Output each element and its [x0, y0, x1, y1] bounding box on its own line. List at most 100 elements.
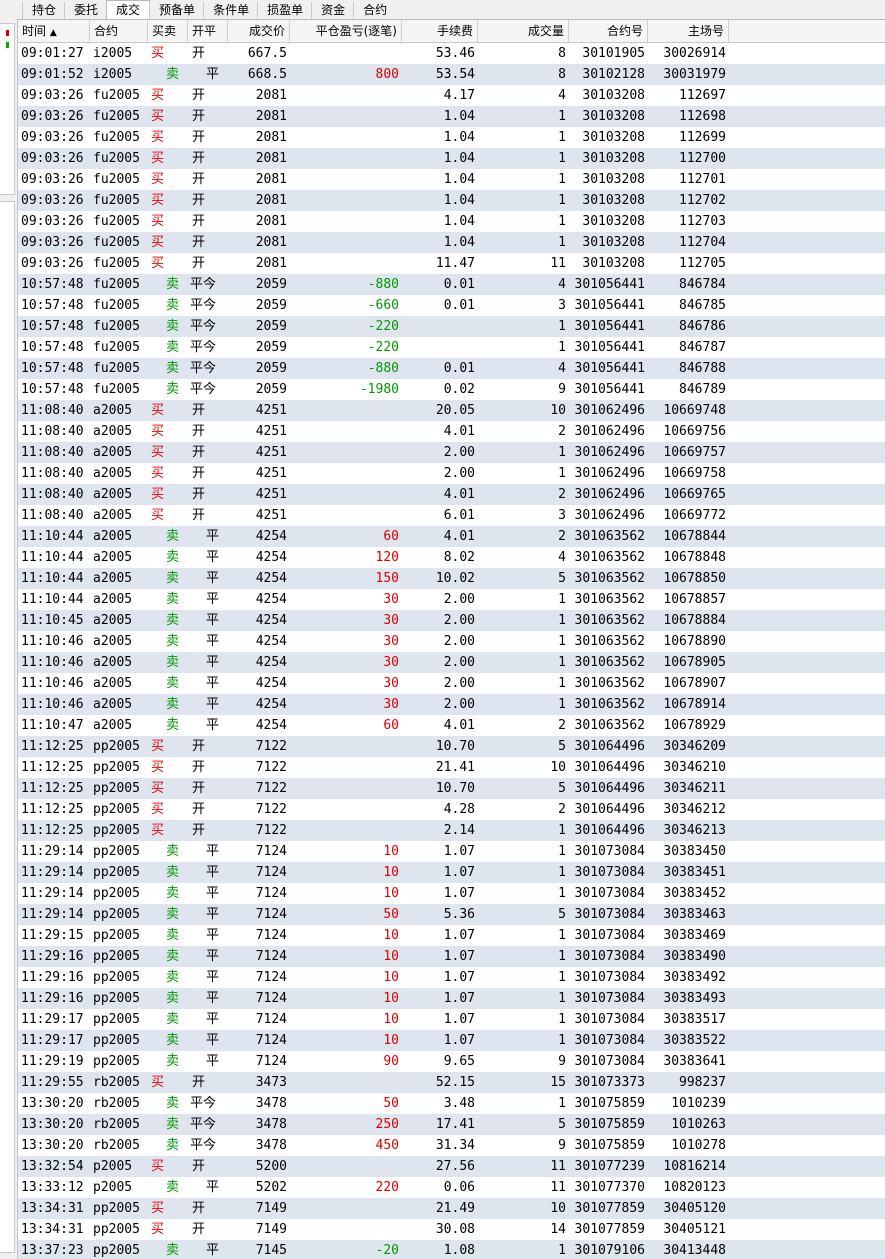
column-header-label: 合约 — [94, 24, 119, 38]
tab-preorders[interactable]: 预备单 — [149, 2, 205, 19]
cell-fee: 10.02 — [435, 571, 475, 586]
table-row[interactable]: 11:29:16 pp2005 卖 平 7124 10 1.07 1 301073084 3038… — [18, 988, 885, 1009]
tab-funds[interactable]: 资金 — [311, 2, 355, 19]
table-row[interactable]: 11:29:19 pp2005 卖 平 7124 90 9.65 9 301073084 3038… — [18, 1051, 885, 1072]
table-row[interactable]: 13:33:12 p2005 卖 平 5202 220 0.06 11 301077370 108… — [18, 1177, 885, 1198]
column-header-fee[interactable]: 手续费 — [402, 20, 478, 42]
table-row[interactable]: 11:10:46 a2005 卖 平 4254 30 2.00 1 301063562 10678… — [18, 652, 885, 673]
table-row[interactable]: 11:12:25 pp2005 买 开 7122 21.41 10 301064496 3034… — [18, 757, 885, 778]
table-row[interactable]: 09:03:26 fu2005 买 开 2081 11.47 11 30103208 11270… — [18, 253, 885, 274]
cell-offset: 开 — [192, 46, 206, 61]
tab-contracts[interactable]: 合约 — [353, 2, 397, 19]
table-row[interactable]: 11:10:45 a2005 卖 平 4254 30 2.00 1 301063562 10678… — [18, 610, 885, 631]
cell-close-pnl: -880 — [367, 277, 399, 292]
table-row[interactable]: 09:01:52 i2005 卖 平 668.5 800 53.54 8 30102128 300… — [18, 64, 885, 85]
cell-close-pnl: -20 — [375, 1243, 399, 1258]
cell-close-pnl — [290, 1156, 402, 1177]
table-row[interactable]: 09:01:27 i2005 买 开 667.5 53.46 8 30101905 300269… — [18, 43, 885, 64]
table-row[interactable]: 11:29:15 pp2005 卖 平 7124 10 1.07 1 301073084 3038… — [18, 925, 885, 946]
cell-offset: 开 — [192, 823, 206, 838]
table-row[interactable]: 11:08:40 a2005 买 开 4251 6.01 3 301062496 1066977… — [18, 505, 885, 526]
table-row[interactable]: 11:10:46 a2005 卖 平 4254 30 2.00 1 301063562 10678… — [18, 631, 885, 652]
table-row[interactable]: 13:30:20 rb2005 卖平今 3478 50 3.48 1 301075859 101… — [18, 1093, 885, 1114]
tab-orders[interactable]: 委托 — [64, 2, 108, 19]
column-header-offset[interactable]: 开平 — [188, 20, 228, 42]
table-row[interactable]: 11:12:25 pp2005 买 开 7122 10.70 5 301064496 30346… — [18, 778, 885, 799]
table-row[interactable]: 09:03:26 fu2005 买 开 2081 1.04 1 30103208 112703 — [18, 211, 885, 232]
column-header-price[interactable]: 成交价 — [228, 20, 290, 42]
table-row[interactable]: 09:03:26 fu2005 买 开 2081 1.04 1 30103208 112698 — [18, 106, 885, 127]
table-row[interactable]: 11:10:47 a2005 卖 平 4254 60 4.01 2 301063562 10678… — [18, 715, 885, 736]
column-header-time[interactable]: 时间 ▲ — [18, 20, 90, 42]
column-header-close-pnl[interactable]: 平仓盈亏(逐笔) — [290, 20, 402, 42]
cell-volume: 1 — [558, 1243, 566, 1258]
cell-volume: 1 — [558, 949, 566, 964]
table-row[interactable]: 11:29:17 pp2005 卖 平 7124 10 1.07 1 301073084 3038… — [18, 1030, 885, 1051]
table-row[interactable]: 11:10:44 a2005 卖 平 4254 60 4.01 2 301063562 10678… — [18, 526, 885, 547]
table-row[interactable]: 13:34:31 pp2005 买 开 7149 30.08 14 301077859 3040… — [18, 1219, 885, 1240]
table-row[interactable]: 11:29:14 pp2005 卖 平 7124 10 1.07 1 301073084 3038… — [18, 862, 885, 883]
table-row[interactable]: 10:57:48 fu2005 卖平今 2059 -880 0.01 4 301056441 8… — [18, 358, 885, 379]
table-row[interactable]: 09:03:26 fu2005 买 开 2081 4.17 4 30103208 112697 — [18, 85, 885, 106]
table-row[interactable]: 11:29:14 pp2005 卖 平 7124 10 1.07 1 301073084 3038… — [18, 841, 885, 862]
table-row[interactable]: 11:29:14 pp2005 卖 平 7124 10 1.07 1 301073084 3038… — [18, 883, 885, 904]
table-row[interactable]: 11:08:40 a2005 买 开 4251 4.01 2 301062496 1066975… — [18, 421, 885, 442]
table-row[interactable]: 13:32:54 p2005 买 开 5200 27.56 11 301077239 10816… — [18, 1156, 885, 1177]
cell-direction: 卖 — [166, 865, 180, 880]
cell-direction: 买 — [151, 1075, 165, 1090]
tab-stop-loss[interactable]: 损盈单 — [257, 2, 313, 19]
table-row[interactable]: 11:29:14 pp2005 卖 平 7124 50 5.36 5 301073084 3038… — [18, 904, 885, 925]
table-row[interactable]: 13:30:20 rb2005 卖平今 3478 250 17.41 5 301075859 1… — [18, 1114, 885, 1135]
table-row[interactable]: 11:10:46 a2005 卖 平 4254 30 2.00 1 301063562 10678… — [18, 694, 885, 715]
table-row[interactable]: 10:57:48 fu2005 卖平今 2059 -220 1 301056441 84678… — [18, 337, 885, 358]
table-row[interactable]: 11:29:17 pp2005 卖 平 7124 10 1.07 1 301073084 3038… — [18, 1009, 885, 1030]
column-header-contract[interactable]: 合约 — [90, 20, 148, 42]
cell-direction: 卖 — [166, 67, 180, 82]
table-row[interactable]: 13:30:20 rb2005 卖平今 3478 450 31.34 9 301075859 1… — [18, 1135, 885, 1156]
cell-price: 7124 — [255, 928, 287, 943]
table-row[interactable]: 11:08:40 a2005 买 开 4251 2.00 1 301062496 1066975… — [18, 442, 885, 463]
table-row[interactable]: 11:10:44 a2005 卖 平 4254 30 2.00 1 301063562 10678… — [18, 589, 885, 610]
cell-exchange-no: 112704 — [679, 235, 726, 250]
table-row[interactable]: 11:10:46 a2005 卖 平 4254 30 2.00 1 301063562 10678… — [18, 673, 885, 694]
column-header-volume[interactable]: 成交量 — [478, 20, 569, 42]
cell-price: 7149 — [255, 1201, 287, 1216]
table-row[interactable]: 11:12:25 pp2005 买 开 7122 2.14 1 301064496 303462… — [18, 820, 885, 841]
table-row[interactable]: 13:37:23 pp2005 卖 平 7145 -20 1.08 1 301079106 304… — [18, 1240, 885, 1259]
column-header-direction[interactable]: 买卖 — [148, 20, 188, 42]
cell-contract: fu2005 — [93, 277, 140, 292]
table-row[interactable]: 11:12:25 pp2005 买 开 7122 10.70 5 301064496 30346… — [18, 736, 885, 757]
table-row[interactable]: 10:57:48 fu2005 卖平今 2059 -1980 0.02 9 301056441… — [18, 379, 885, 400]
table-row[interactable]: 09:03:26 fu2005 买 开 2081 1.04 1 30103208 112699 — [18, 127, 885, 148]
column-header-exchange-no[interactable]: 主场号 — [648, 20, 729, 42]
table-row[interactable]: 11:29:16 pp2005 卖 平 7124 10 1.07 1 301073084 3038… — [18, 946, 885, 967]
table-row[interactable]: 11:29:16 pp2005 卖 平 7124 10 1.07 1 301073084 3038… — [18, 967, 885, 988]
table-row[interactable]: 09:03:26 fu2005 买 开 2081 1.04 1 30103208 112704 — [18, 232, 885, 253]
column-header-contract-no[interactable]: 合约号 — [569, 20, 648, 42]
cell-time: 09:01:52 — [21, 67, 84, 82]
table-row[interactable]: 10:57:48 fu2005 卖平今 2059 -220 1 301056441 84678… — [18, 316, 885, 337]
table-row[interactable]: 11:08:40 a2005 买 开 4251 2.00 1 301062496 1066975… — [18, 463, 885, 484]
table-row[interactable]: 11:29:55 rb2005 买 开 3473 52.15 15 301073373 9982… — [18, 1072, 885, 1093]
cell-exchange-no: 112699 — [679, 130, 726, 145]
tab-conditional[interactable]: 条件单 — [203, 2, 259, 19]
table-row[interactable]: 10:57:48 fu2005 卖平今 2059 -880 0.01 4 301056441 8… — [18, 274, 885, 295]
tab-trades[interactable]: 成交 — [106, 0, 151, 19]
cell-direction: 买 — [151, 193, 165, 208]
table-row[interactable]: 09:03:26 fu2005 买 开 2081 1.04 1 30103208 112700 — [18, 148, 885, 169]
cell-price: 2081 — [255, 172, 287, 187]
table-row[interactable]: 11:10:44 a2005 卖 平 4254 120 8.02 4 301063562 1067… — [18, 547, 885, 568]
table-row[interactable]: 11:12:25 pp2005 买 开 7122 4.28 2 301064496 303462… — [18, 799, 885, 820]
table-row[interactable]: 11:08:40 a2005 买 开 4251 20.05 10 301062496 10669… — [18, 400, 885, 421]
table-row[interactable]: 09:03:26 fu2005 买 开 2081 1.04 1 30103208 112702 — [18, 190, 885, 211]
cell-contract: pp2005 — [93, 1243, 140, 1258]
table-row[interactable]: 13:34:31 pp2005 买 开 7149 21.49 10 301077859 3040… — [18, 1198, 885, 1219]
table-row[interactable]: 11:10:44 a2005 卖 平 4254 150 10.02 5 301063562 106… — [18, 568, 885, 589]
cell-contract-no: 301062496 — [574, 403, 645, 418]
table-row[interactable]: 11:08:40 a2005 买 开 4251 4.01 2 301062496 1066976… — [18, 484, 885, 505]
cell-volume: 1 — [558, 613, 566, 628]
table-row[interactable]: 10:57:48 fu2005 卖平今 2059 -660 0.01 3 301056441 8… — [18, 295, 885, 316]
tab-positions[interactable]: 持仓 — [22, 2, 66, 19]
cell-volume: 5 — [558, 1117, 566, 1132]
table-row[interactable]: 09:03:26 fu2005 买 开 2081 1.04 1 30103208 112701 — [18, 169, 885, 190]
